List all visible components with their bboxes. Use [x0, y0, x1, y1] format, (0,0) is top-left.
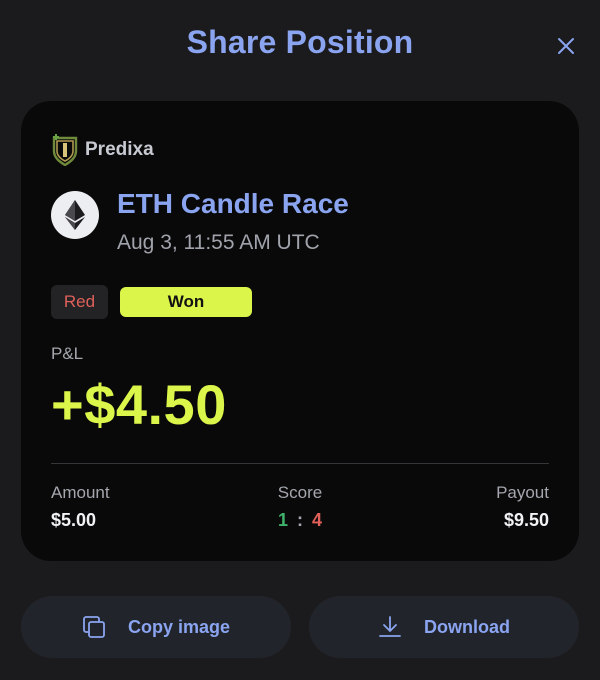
download-icon [378, 615, 402, 639]
side-badge: Red [51, 285, 108, 319]
pnl-label: P&L [51, 344, 84, 363]
copy-image-button[interactable]: Copy image [21, 596, 291, 658]
share-position-dialog: Share Position Predixa ETH Candle Race A… [0, 0, 600, 680]
market-title: ETH Candle Race [117, 188, 349, 219]
copy-icon [82, 615, 106, 639]
pnl-value: +$4.50 [51, 373, 227, 436]
payout-value: $9.50 [503, 510, 549, 530]
brand: Predixa [51, 134, 154, 166]
dialog-title: Share Position [186, 24, 414, 60]
market-time: Aug 3, 11:55 AM UTC [117, 231, 320, 254]
close-button[interactable] [554, 34, 578, 58]
score-away: 4 [312, 510, 323, 530]
ethereum-icon [65, 200, 85, 230]
predixa-logo-icon [52, 134, 78, 166]
close-icon [558, 38, 574, 54]
market-avatar [51, 191, 99, 239]
download-button[interactable]: Download [309, 596, 579, 658]
divider [51, 463, 549, 464]
position-card: Predixa ETH Candle Race Aug 3, 11:55 AM … [21, 101, 579, 561]
score-home: 1 [277, 510, 288, 530]
score-value: 1 : 4 [21, 510, 579, 531]
copy-image-label: Copy image [127, 616, 231, 637]
score-separator: : [297, 510, 303, 530]
payout-label: Payout [496, 483, 549, 502]
download-label: Download [424, 616, 510, 637]
result-badge: Won [120, 287, 252, 317]
brand-name: Predixa [85, 139, 154, 160]
